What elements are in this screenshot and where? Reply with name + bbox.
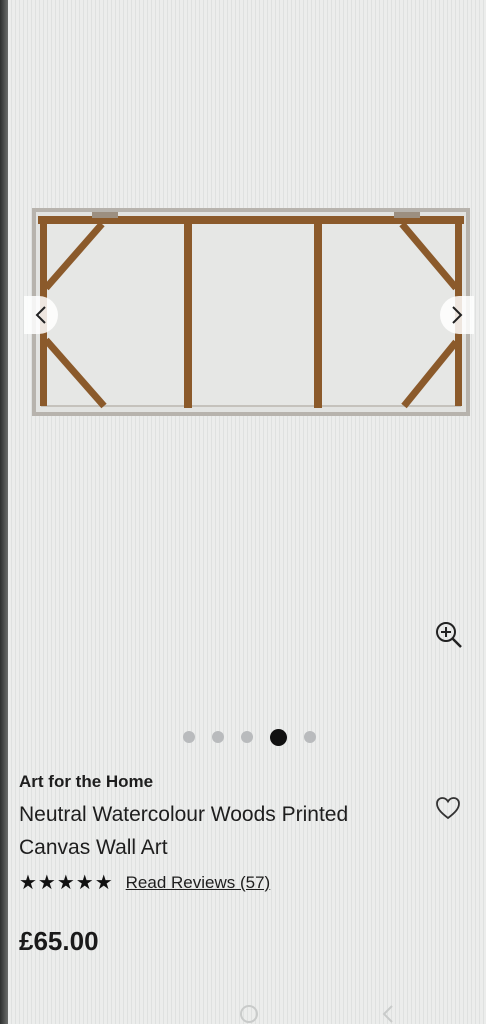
- device-edge: [0, 0, 8, 1024]
- product-title: Neutral Watercolour Woods Printed Canvas…: [19, 803, 349, 859]
- home-button-icon: [240, 1005, 258, 1023]
- carousel-dot-1[interactable]: [182, 731, 195, 743]
- system-navigation-bar: [240, 1005, 393, 1023]
- chevron-left-icon: [35, 306, 46, 324]
- product-image-gallery[interactable]: [8, 0, 486, 760]
- carousel-dot-3[interactable]: [240, 731, 253, 743]
- carousel-pagination: [0, 727, 486, 747]
- carousel-dot-5[interactable]: [303, 731, 316, 743]
- product-rating: ★★★★★ Read Reviews (57): [19, 870, 459, 896]
- carousel-dot-2[interactable]: [211, 731, 224, 743]
- read-reviews-link[interactable]: Read Reviews (57): [126, 873, 271, 893]
- product-info: Art for the Home Neutral Watercolour Woo…: [19, 770, 459, 957]
- product-page: Art for the Home Neutral Watercolour Woo…: [0, 0, 486, 1024]
- back-button-icon: [382, 1005, 393, 1023]
- next-image-button[interactable]: [440, 296, 474, 334]
- chevron-right-icon: [452, 306, 463, 324]
- rating-stars: ★★★★★: [19, 872, 114, 894]
- canvas-frame-image: [32, 208, 470, 416]
- product-price: £65.00: [19, 926, 99, 956]
- product-brand: Art for the Home: [19, 772, 154, 791]
- zoom-in-icon[interactable]: [434, 620, 464, 650]
- heart-outline-icon[interactable]: [434, 794, 462, 822]
- carousel-dot-4-active[interactable]: [269, 728, 287, 746]
